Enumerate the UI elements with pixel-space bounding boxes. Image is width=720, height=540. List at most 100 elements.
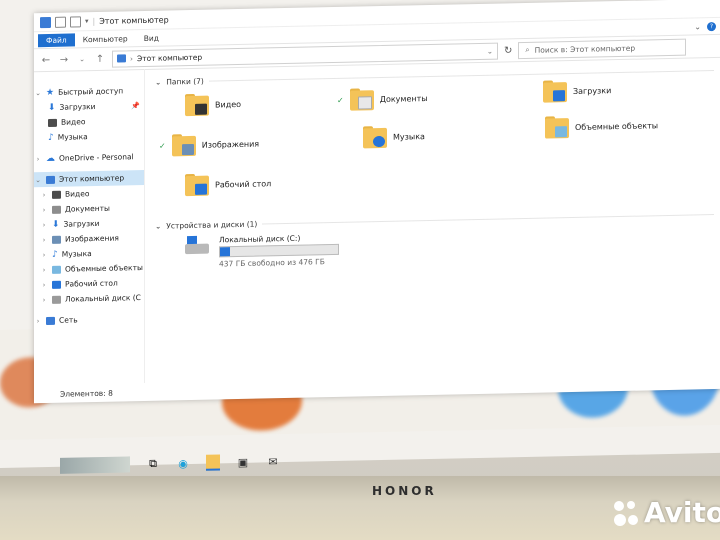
expand-chevron-icon[interactable]: › (40, 190, 48, 199)
search-input[interactable]: ⌕ Поиск в: Этот компьютер (518, 38, 687, 59)
sidebar-item-label: Музыка (57, 132, 88, 142)
pictures-folder-icon (171, 134, 196, 157)
folder-label: Видео (215, 99, 242, 109)
folder-label: Загрузки (573, 85, 612, 96)
sidebar-item-label: Сеть (59, 315, 78, 325)
collapse-chevron-icon[interactable]: ⌄ (155, 77, 161, 86)
address-dropdown-icon[interactable]: ⌄ (487, 46, 493, 55)
sidebar-item-network[interactable]: › Сеть (34, 311, 144, 328)
search-icon: ⌕ (525, 44, 530, 54)
drive-usage-bar (219, 243, 339, 258)
window-title: Этот компьютер (99, 14, 169, 26)
folder-tile-desktop[interactable]: Рабочий стол (185, 172, 272, 197)
sidebar-item-label: Музыка (61, 249, 92, 259)
expand-chevron-icon[interactable]: › (34, 155, 42, 163)
drive-info: Локальный диск (C:) 437 ГБ свободно из 4… (219, 233, 339, 269)
documents-folder-icon (349, 88, 374, 111)
folder-label: Документы (379, 93, 428, 104)
expand-chevron-icon[interactable]: › (40, 250, 48, 259)
sidebar-item-label: Изображения (65, 233, 119, 244)
synced-check-icon: ✓ (159, 141, 166, 151)
folder-tile-pictures[interactable]: ✓ Изображения (159, 133, 259, 157)
laptop-screen: ▾ | Этот компьютер Файл Компьютер Вид ⌄ … (0, 0, 720, 468)
sidebar-item-label: Документы (65, 203, 110, 214)
content-pane: ⌄ Папки (7) Видео ✓ Документы Загрузки ✓… (145, 57, 720, 383)
edge-icon[interactable]: ◉ (176, 456, 190, 470)
downloads-folder-icon (543, 80, 567, 103)
tab-view[interactable]: Вид (136, 31, 167, 45)
sidebar-item-label: Объемные объекты (65, 263, 143, 274)
document-icon (52, 205, 61, 214)
sidebar-item-label: Загрузки (63, 218, 100, 229)
expand-chevron-icon[interactable]: › (40, 295, 48, 304)
mail-icon[interactable]: ✉ (266, 454, 280, 468)
brand-logo: HONOR (372, 484, 437, 498)
forward-arrow-icon[interactable]: → (58, 54, 70, 65)
folder-tile-downloads[interactable]: Загрузки (543, 79, 612, 103)
group-title: Устройства и диски (1) (166, 219, 258, 231)
quick-access-dropdown-icon[interactable]: ▾ (85, 17, 89, 25)
folder-label: Рабочий стол (215, 178, 272, 189)
pin-icon[interactable]: 📌 (131, 102, 140, 110)
folder-tile-documents[interactable]: ✓ Документы (337, 87, 428, 111)
music-note-icon: ♪ (52, 249, 58, 260)
breadcrumb-chevron-icon: › (130, 53, 133, 63)
help-icon[interactable]: ? (707, 21, 716, 31)
title-separator: | (92, 16, 96, 26)
taskbar-search-area[interactable] (60, 456, 130, 474)
expand-chevron-icon[interactable]: ⌄ (34, 89, 42, 97)
properties-icon[interactable] (55, 16, 66, 28)
folders-grid: Видео ✓ Документы Загрузки ✓ Изображения… (155, 77, 714, 219)
expand-chevron-icon[interactable]: › (40, 205, 48, 214)
back-arrow-icon[interactable]: ← (40, 54, 52, 65)
sidebar-item-label: Загрузки (59, 101, 96, 112)
desktop-folder-icon (185, 173, 209, 197)
expand-chevron-icon[interactable]: › (40, 265, 48, 274)
store-icon[interactable]: ▣ (236, 455, 250, 469)
devices-grid: Локальный диск (C:) 437 ГБ свободно из 4… (155, 221, 714, 283)
drive-usage-fill (220, 247, 230, 257)
up-arrow-icon[interactable]: ↑ (94, 53, 106, 64)
folder-label: Объемные объекты (575, 120, 659, 132)
item-count: Элементов: 8 (60, 388, 113, 399)
drive-free-space: 437 ГБ свободно из 476 ГБ (219, 257, 325, 269)
desktop-icon (52, 280, 61, 289)
search-placeholder: Поиск в: Этот компьютер (534, 43, 636, 55)
3d-objects-folder-icon (545, 116, 569, 139)
tab-file[interactable]: Файл (38, 32, 75, 47)
collapse-chevron-icon[interactable]: ⌄ (155, 221, 161, 230)
expand-chevron-icon[interactable]: › (34, 317, 42, 325)
explorer-app-icon (40, 16, 51, 28)
folder-label: Музыка (393, 131, 425, 142)
expand-chevron-icon[interactable]: ⌄ (34, 176, 42, 184)
task-view-icon[interactable]: ⧉ (146, 457, 160, 471)
recent-locations-icon[interactable]: ⌄ (76, 55, 88, 63)
sidebar-item-label: Быстрый доступ (58, 86, 124, 97)
tab-computer[interactable]: Компьютер (75, 32, 136, 46)
folder-tile-3d-objects[interactable]: Объемные объекты (545, 114, 659, 139)
expand-chevron-icon[interactable]: › (40, 220, 48, 229)
pictures-icon (52, 235, 61, 244)
navigation-pane: ⌄ ★ Быстрый доступ ⬇ Загрузки 📌 Видео ♪ … (34, 68, 145, 386)
expand-chevron-icon[interactable]: › (40, 235, 48, 244)
expand-chevron-icon[interactable]: › (40, 280, 48, 289)
computer-icon (46, 175, 55, 184)
photo-background: ▾ | Этот компьютер Файл Компьютер Вид ⌄ … (0, 0, 720, 540)
sidebar-item-label: Рабочий стол (65, 278, 118, 289)
refresh-icon[interactable]: ↻ (504, 45, 512, 56)
folder-tile-videos[interactable]: Видео (185, 93, 242, 117)
video-icon (52, 190, 61, 199)
music-note-icon: ♪ (48, 132, 54, 143)
sidebar-item-label: OneDrive - Personal (59, 152, 134, 163)
avito-logo-icon (612, 499, 640, 527)
video-folder-icon (185, 93, 209, 117)
watermark-text: Avito (644, 496, 720, 529)
new-folder-icon[interactable] (70, 15, 81, 28)
download-arrow-icon: ⬇ (52, 219, 60, 230)
drive-tile-c[interactable]: Локальный диск (C:) 437 ГБ свободно из 4… (185, 233, 339, 269)
breadcrumb[interactable]: Этот компьютер (137, 52, 202, 62)
folder-tile-music[interactable]: Музыка (363, 125, 425, 149)
file-explorer-icon[interactable] (206, 454, 220, 471)
ribbon-expand-icon[interactable]: ⌄ (694, 22, 701, 31)
sidebar-item-label: Локальный диск (C (65, 293, 141, 304)
